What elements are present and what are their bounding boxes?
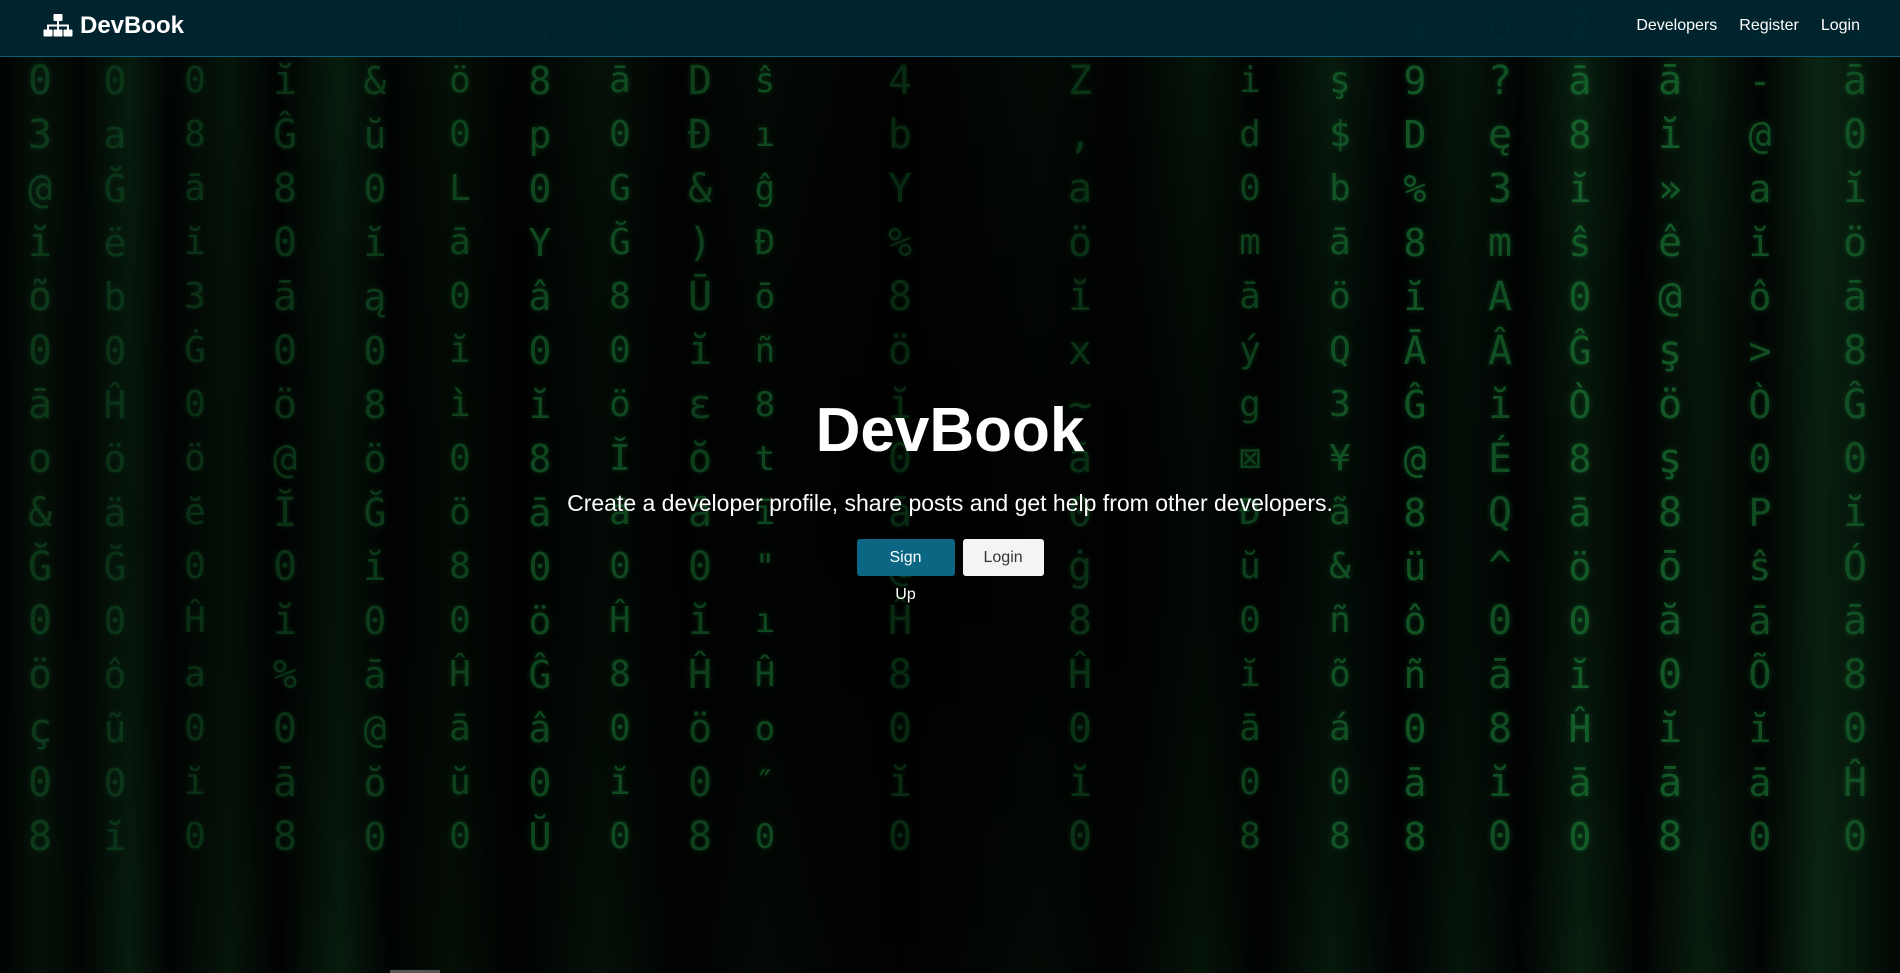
nav-link-register[interactable]: Register: [1739, 17, 1799, 35]
sitemap-icon: [43, 14, 73, 37]
nav-link-developers[interactable]: Developers: [1636, 17, 1717, 35]
landing-page: 8 0 3 @ ĭ õ 0 ā o & Ğ 0 ö ç 0 8 ĭ 0 a Ğ …: [0, 0, 1900, 973]
brand-name: DevBook: [80, 12, 185, 39]
nav-links: Developers Register Login: [1636, 17, 1860, 35]
hero-title: DevBook: [815, 396, 1085, 465]
hero-lead: Create a developer profile, share posts …: [567, 490, 1333, 516]
hero: DevBook Create a developer profile, shar…: [0, 0, 1900, 973]
navbar: DevBook Developers Register Login: [0, 0, 1900, 57]
login-button[interactable]: Login: [962, 539, 1044, 576]
sign-up-button[interactable]: Sign Up: [856, 539, 955, 603]
hero-buttons: Sign Up Login: [0, 539, 1900, 603]
brand-link[interactable]: DevBook: [43, 12, 184, 40]
nav-link-login[interactable]: Login: [1821, 17, 1860, 35]
